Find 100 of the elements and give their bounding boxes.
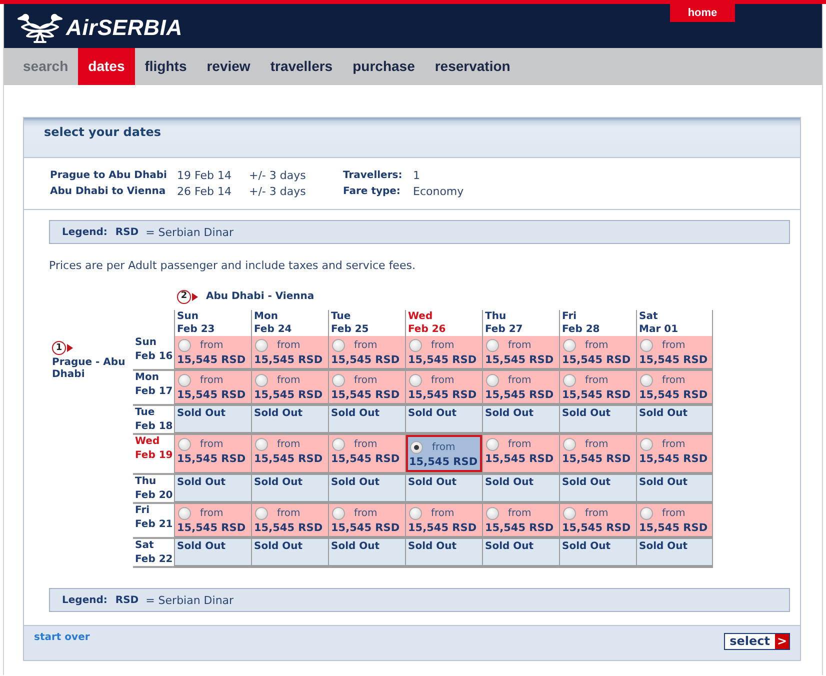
from-label: from <box>662 507 686 520</box>
sold-out-cell: Sold Out <box>559 406 636 435</box>
radio-button[interactable] <box>332 339 345 352</box>
fare-price: 15,545 RSD <box>408 388 478 402</box>
radio-button[interactable] <box>563 339 576 352</box>
radio-button[interactable] <box>563 374 576 387</box>
legend-label: Legend: <box>62 226 108 238</box>
radio-button[interactable] <box>563 438 576 451</box>
sold-out-cell: Sold Out <box>482 475 559 504</box>
sold-out-cell: Sold Out <box>636 406 713 435</box>
currency-name: = Serbian Dinar <box>146 594 234 606</box>
radio-button[interactable] <box>486 339 499 352</box>
fare-price: 15,545 RSD <box>177 521 247 535</box>
fare-price: 15,545 RSD <box>639 353 709 367</box>
step-number: 1 <box>52 341 66 355</box>
sold-out-cell: Sold Out <box>482 406 559 435</box>
panel-title: select your dates <box>44 125 162 140</box>
from-label: from <box>585 374 608 387</box>
pointer-icon <box>192 292 198 300</box>
from-label: from <box>431 339 454 352</box>
radio-button[interactable] <box>178 374 191 387</box>
radio-button[interactable] <box>178 438 191 451</box>
currency-code: RSD <box>115 226 139 238</box>
from-label: from <box>431 374 454 387</box>
price-note: Prices are per Adult passenger and include taxes and service fees. <box>49 259 416 273</box>
nav-tab[interactable]: flights <box>134 48 197 85</box>
nav-tab[interactable]: reservation <box>424 48 520 85</box>
radio-button[interactable] <box>255 374 268 387</box>
radio-button[interactable] <box>486 374 499 387</box>
from-label: from <box>200 507 224 520</box>
sold-out-cell: Sold Out <box>405 406 482 435</box>
from-label: from <box>508 507 532 520</box>
sold-out-cell: Sold Out <box>174 539 251 568</box>
sold-out-cell: Sold Out <box>405 539 482 568</box>
sold-out-cell: Sold Out <box>636 475 713 504</box>
summary-value: Economy <box>413 184 465 200</box>
date-flexibility: +/- 3 days <box>249 184 307 200</box>
nav-tab[interactable]: review <box>196 48 260 85</box>
fare-price: 15,545 RSD <box>177 452 247 466</box>
fare-price: 15,545 RSD <box>408 521 478 535</box>
fare-price: 15,545 RSD <box>331 521 401 535</box>
from-label: from <box>585 339 608 352</box>
from-label: from <box>354 374 378 387</box>
route-heading: Prague - Abu Dhabi <box>52 357 126 381</box>
nav-tab[interactable]: dates <box>78 48 135 85</box>
radio-button[interactable] <box>332 507 345 520</box>
from-label: from <box>662 374 686 387</box>
fare-price: 15,545 RSD <box>562 353 632 367</box>
radio-button[interactable] <box>486 507 499 520</box>
fare-price: 15,545 RSD <box>331 388 401 402</box>
radio-button[interactable] <box>486 438 499 451</box>
radio-button[interactable] <box>563 507 576 520</box>
from-label: from <box>508 438 532 451</box>
radio-button[interactable] <box>178 507 191 520</box>
currency-name: = Serbian Dinar <box>146 226 234 238</box>
from-label: from <box>200 438 224 451</box>
route-label: Abu Dhabi to Vienna <box>50 185 167 199</box>
radio-button[interactable] <box>640 339 653 352</box>
radio-button[interactable] <box>640 374 653 387</box>
radio-button[interactable] <box>178 339 191 352</box>
from-label: from <box>354 507 378 520</box>
fare-price: 15,545 RSD <box>562 388 632 402</box>
select-button[interactable]: select > <box>724 633 790 650</box>
radio-button[interactable] <box>255 507 268 520</box>
sold-out-cell: Sold Out <box>251 475 328 504</box>
fare-price: 15,545 RSD <box>254 521 324 535</box>
from-label: from <box>431 507 454 520</box>
sold-out-cell: Sold Out <box>174 475 251 504</box>
travel-date: 19 Feb 14 <box>177 168 232 184</box>
from-label: from <box>277 374 300 387</box>
fare-price: 15,545 RSD <box>485 388 555 402</box>
fare-price: 15,545 RSD <box>177 353 247 367</box>
nav-tab[interactable]: travellers <box>260 48 343 85</box>
from-label: from <box>277 339 300 352</box>
radio-button[interactable] <box>640 507 653 520</box>
sold-out-cell: Sold Out <box>405 475 482 504</box>
from-label: from <box>354 438 378 451</box>
summary-value: 1 <box>413 168 421 184</box>
fare-price: 15,545 RSD <box>254 452 324 466</box>
radio-button[interactable] <box>409 507 422 520</box>
fare-price: 15,545 RSD <box>485 353 555 367</box>
from-label: from <box>508 339 532 352</box>
sold-out-cell: Sold Out <box>559 539 636 568</box>
nav-tab[interactable]: purchase <box>342 48 425 85</box>
sold-out-cell: Sold Out <box>636 539 713 568</box>
radio-button[interactable] <box>409 339 422 352</box>
radio-button[interactable] <box>255 438 268 451</box>
radio-button[interactable] <box>332 438 345 451</box>
route-label: Prague to Abu Dhabi <box>50 169 168 183</box>
from-label: from <box>200 339 224 352</box>
fare-price: 15,545 RSD <box>408 353 478 367</box>
sold-out-cell: Sold Out <box>174 406 251 435</box>
radio-button[interactable] <box>255 339 268 352</box>
radio-button[interactable] <box>410 441 423 454</box>
radio-button[interactable] <box>640 438 653 451</box>
home-link[interactable]: home <box>670 4 735 22</box>
radio-button[interactable] <box>332 374 345 387</box>
radio-button[interactable] <box>409 374 422 387</box>
sold-out-cell: Sold Out <box>482 539 559 568</box>
sold-out-cell: Sold Out <box>251 539 328 568</box>
